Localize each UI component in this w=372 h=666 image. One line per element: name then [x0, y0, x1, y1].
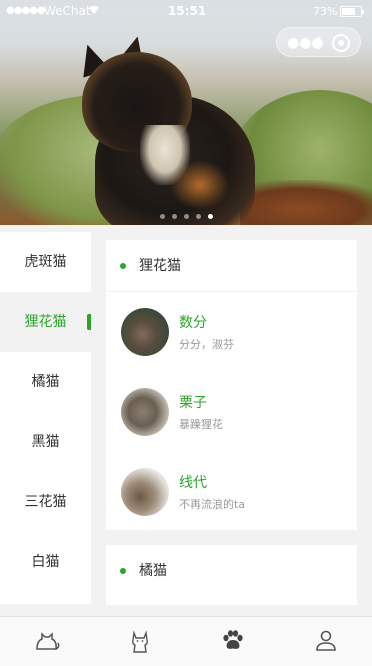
cat-avatar [121, 308, 169, 356]
active-indicator [87, 314, 91, 330]
cat-avatar [121, 388, 169, 436]
section-dot-icon [120, 263, 126, 269]
cat-description: 分分，淑芬 [179, 338, 234, 351]
tab-profile[interactable] [279, 617, 372, 666]
clock: 15:51 [168, 4, 207, 18]
battery-icon [340, 6, 364, 17]
tab-paw[interactable] [186, 617, 279, 666]
person-icon [316, 630, 336, 651]
section-title: 狸花猫 [139, 258, 181, 274]
section-dot-icon [120, 568, 126, 574]
section-header: 橘猫 [106, 545, 357, 596]
carousel-dot-active[interactable] [208, 214, 213, 219]
cat-description: 不再流浪的ta [179, 498, 246, 511]
miniprogram-capsule: ●●● [276, 27, 361, 57]
cat-name: 线代 [179, 475, 207, 491]
tab-home[interactable] [0, 617, 93, 666]
cat-description: 暴躁狸花 [179, 418, 223, 431]
cat-list-item[interactable]: 数分 分分，淑芬 [106, 292, 357, 372]
section-header: 狸花猫 [106, 240, 357, 292]
cat-sitting-icon [132, 630, 148, 653]
section-card: 狸花猫 数分 分分，淑芬 栗子 暴躁狸花 线代 不再流浪的ta [106, 240, 357, 530]
cat-avatar [121, 468, 169, 516]
category-item[interactable]: 虎斑猫 [0, 232, 91, 292]
carousel-dot[interactable] [172, 214, 177, 219]
section-card: 橘猫 [106, 545, 357, 605]
category-item[interactable]: 白猫 [0, 532, 91, 592]
hero-banner[interactable]: ●●●●● WeChat 15:51 73% ●●● [0, 0, 372, 225]
section-title: 橘猫 [139, 563, 167, 579]
wifi-icon [88, 5, 100, 18]
cat-outline-icon [36, 632, 60, 650]
cat-name: 数分 [179, 315, 207, 331]
signal-icon: ●●●●● [6, 5, 46, 16]
category-item-active[interactable]: 狸花猫 [0, 292, 91, 352]
carousel-dot[interactable] [184, 214, 189, 219]
status-bar: ●●●●● WeChat 15:51 73% [0, 0, 372, 24]
category-item[interactable]: 黑猫 [0, 412, 91, 472]
battery-percent: 73% [313, 5, 338, 18]
cat-list-item[interactable]: 线代 不再流浪的ta [106, 452, 357, 532]
carrier-label: WeChat [44, 4, 91, 18]
target-close-icon[interactable] [332, 34, 350, 52]
carousel-dot[interactable] [196, 214, 201, 219]
category-item[interactable]: 三花猫 [0, 472, 91, 532]
cat-list-item[interactable]: 栗子 暴躁狸花 [106, 372, 357, 452]
carousel-indicator [160, 204, 220, 223]
capsule-divider [319, 36, 320, 50]
category-item[interactable]: 橘猫 [0, 352, 91, 412]
cat-name: 栗子 [179, 395, 207, 411]
tab-bar [0, 616, 372, 666]
paw-icon [223, 630, 243, 649]
carousel-dot[interactable] [160, 214, 165, 219]
category-sidebar: 虎斑猫 狸花猫 橘猫 黑猫 三花猫 白猫 [0, 232, 91, 604]
tab-cats[interactable] [93, 617, 186, 666]
